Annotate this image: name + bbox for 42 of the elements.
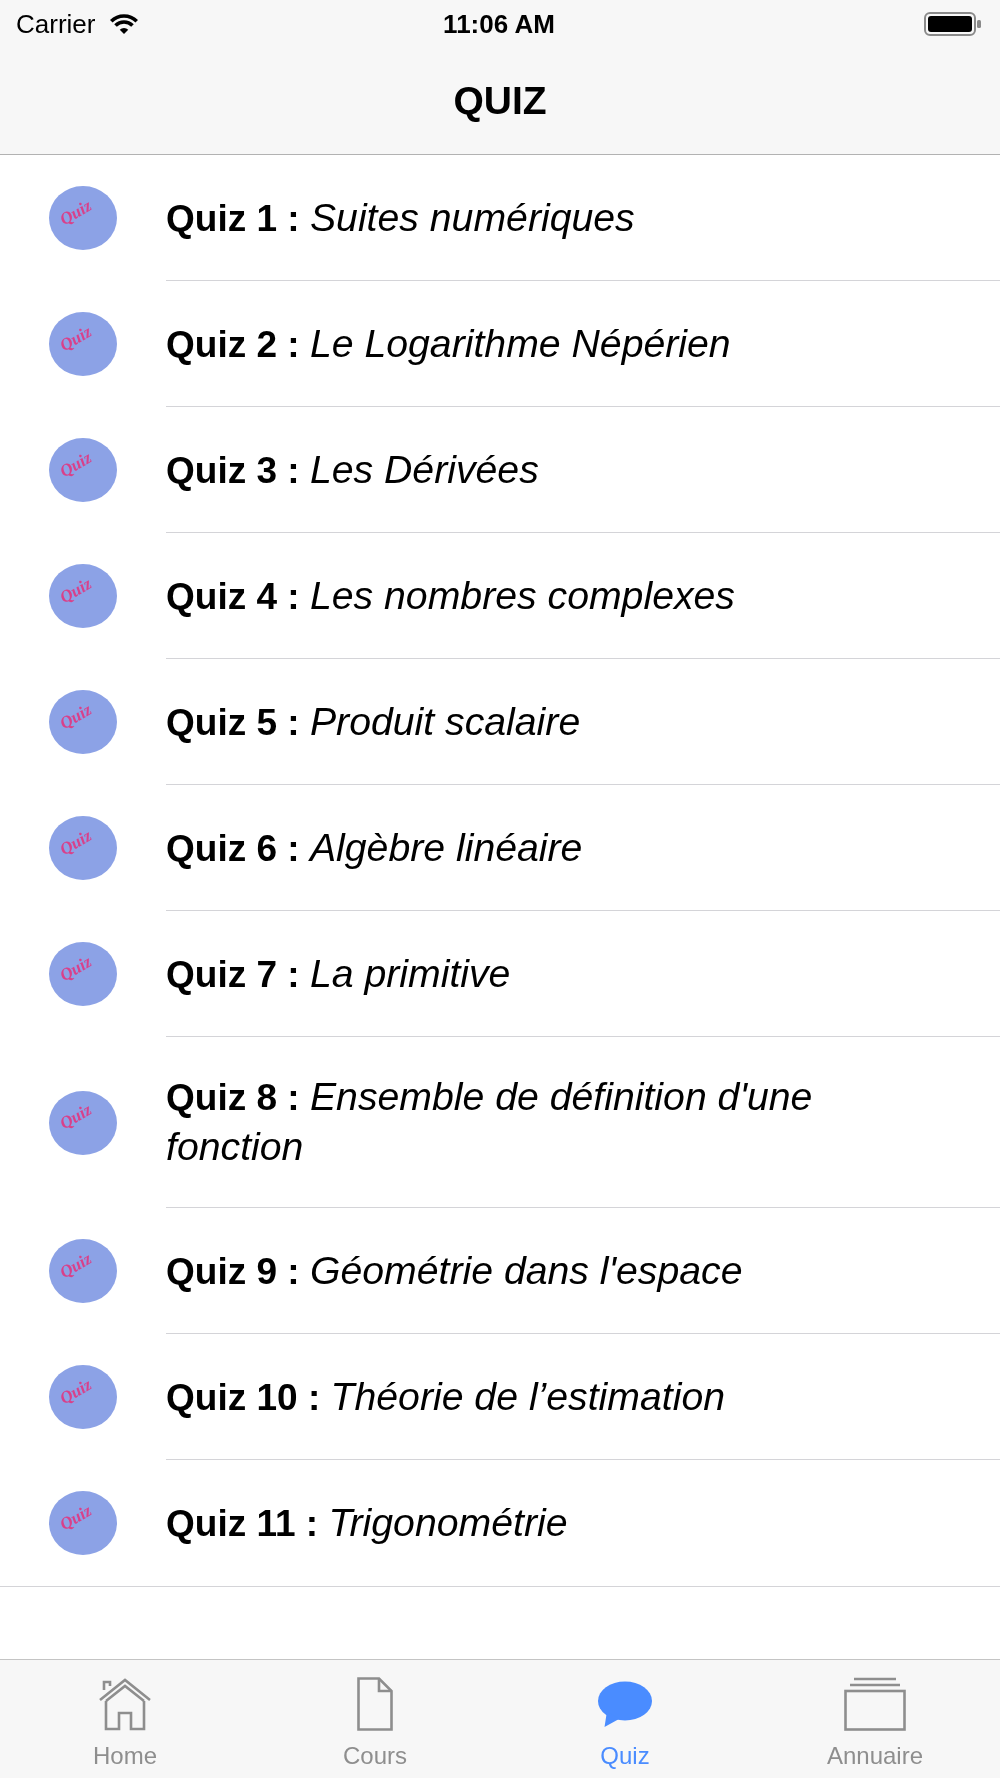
quiz-logo: Quiz [49, 186, 117, 250]
quiz-title: Quiz 11 : Trigonométrie [166, 1498, 568, 1546]
quiz-list-item[interactable]: Quiz Quiz 1 : Suites numériques [0, 155, 1000, 281]
stacked-trays-icon [844, 1677, 906, 1731]
quiz-title: Quiz 9 : Géométrie dans l'espace [166, 1246, 743, 1294]
screen-title: QUIZ [453, 79, 547, 123]
quiz-list-item[interactable]: Quiz Quiz 8 : Ensemble de définition d'une fonction [0, 1037, 1000, 1208]
quiz-title: Quiz 1 : Suites numériques [166, 193, 635, 241]
quiz-list-item[interactable]: Quiz Quiz 3 : Les Dérivées [0, 407, 1000, 533]
quiz-list-item[interactable]: Quiz Quiz 10 : Théorie de l’estimation [0, 1334, 1000, 1460]
quiz-title: Quiz 10 : Théorie de l’estimation [166, 1372, 726, 1420]
quiz-list-item[interactable]: Quiz Quiz 11 : Trigonométrie [0, 1460, 1000, 1586]
quiz-title: Quiz 6 : Algèbre linéaire [166, 823, 583, 871]
quiz-list-item[interactable]: Quiz Quiz 2 : Le Logarithme Népérien [0, 281, 1000, 407]
speech-bubble-icon [598, 1680, 652, 1728]
quiz-logo: Quiz [49, 1239, 117, 1303]
quiz-logo: Quiz [49, 312, 117, 376]
quiz-logo: Quiz [49, 564, 117, 628]
battery-icon [924, 12, 982, 36]
document-icon [357, 1677, 393, 1731]
quiz-list-item[interactable]: Quiz Quiz 9 : Géométrie dans l'espace [0, 1208, 1000, 1334]
clock-time: 11:06 AM [443, 8, 555, 40]
quiz-logo: Quiz [49, 1090, 117, 1155]
quiz-title: Quiz 3 : Les Dérivées [166, 445, 539, 493]
quiz-title: Quiz 8 : Ensemble de définition d'une fonction [166, 1073, 814, 1170]
quiz-title: Quiz 5 : Produit scalaire [166, 697, 581, 745]
quiz-list-item[interactable]: Quiz Quiz 4 : Les nombres complexes [0, 533, 1000, 659]
quiz-logo: Quiz [49, 690, 117, 754]
quiz-logo: Quiz [49, 942, 117, 1006]
quiz-title: Quiz 7 : La primitive [166, 949, 511, 997]
carrier-name: Carrier [16, 8, 96, 40]
quiz-logo: Quiz [49, 1491, 117, 1555]
quiz-list-item[interactable]: Quiz Quiz 5 : Produit scalaire [0, 659, 1000, 785]
wifi-icon [109, 13, 140, 35]
house-icon [98, 1677, 152, 1731]
quiz-list-item[interactable]: Quiz Quiz 6 : Algèbre linéaire [0, 785, 1000, 911]
quiz-title: Quiz 2 : Le Logarithme Népérien [166, 319, 731, 367]
quiz-logo: Quiz [49, 816, 117, 880]
quiz-list-item[interactable]: Quiz Quiz 7 : La primitive [0, 911, 1000, 1037]
quiz-logo: Quiz [49, 438, 117, 502]
quiz-logo: Quiz [49, 1365, 117, 1429]
quiz-title: Quiz 4 : Les nombres complexes [166, 571, 735, 619]
